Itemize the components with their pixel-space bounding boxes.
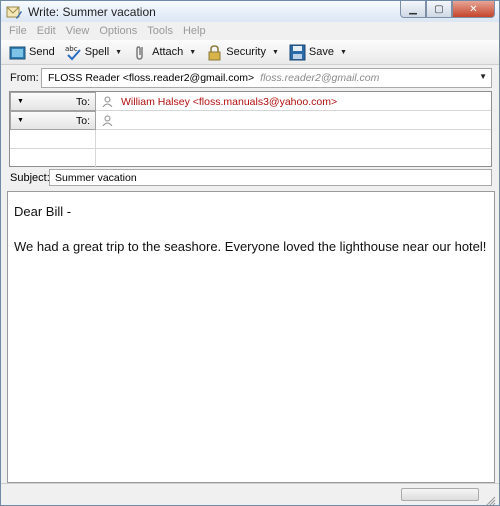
compose-toolbar: Send abc Spell ▼ Attach ▼ Security ▼ Sav… [1,40,499,65]
window-controls: ▁ ▢ ✕ [400,1,495,18]
recipient-row-empty[interactable] [10,130,491,149]
save-button[interactable]: Save ▼ [289,44,347,61]
from-account: FLOSS Reader <floss.reader2@gmail.com> [48,72,255,84]
compose-app-icon [6,4,22,20]
save-label: Save [308,46,334,58]
close-button[interactable]: ✕ [452,1,495,18]
chevron-down-icon: ▼ [17,98,24,105]
from-label: From: [10,72,39,84]
menu-view[interactable]: View [66,25,90,37]
subject-row: Subject: Summer vacation [1,168,499,187]
empty-cell [10,130,96,149]
person-icon [102,96,113,108]
person-icon [102,115,113,127]
title-bar: Write: Summer vacation ▁ ▢ ✕ [1,1,499,22]
from-row: From: FLOSS Reader <floss.reader2@gmail.… [1,67,499,89]
recipient-address-field[interactable] [96,111,491,130]
spell-dropdown-icon[interactable]: ▼ [115,49,122,56]
recipient-list: ▼ To: William Halsey <floss.manuals3@yah… [9,91,492,168]
window-title: Write: Summer vacation [28,4,156,19]
maximize-icon: ▢ [434,3,444,15]
attach-button[interactable]: Attach ▼ [132,44,196,61]
status-bar [1,483,499,506]
menu-help[interactable]: Help [183,25,206,37]
lock-icon [206,44,223,61]
chevron-down-icon[interactable]: ▼ [479,72,487,81]
menu-bar: File Edit View Options Tools Help [1,22,499,40]
floppy-disk-icon [289,44,306,61]
message-line: We had a great trip to the seashore. Eve… [14,239,487,254]
maximize-button[interactable]: ▢ [426,1,452,18]
security-dropdown-icon[interactable]: ▼ [272,49,279,56]
recipient-row: ▼ To: William Halsey <floss.manuals3@yah… [10,92,491,111]
menu-edit[interactable]: Edit [37,25,56,37]
recipient-address: William Halsey <floss.manuals3@yahoo.com… [121,95,338,108]
security-label: Security [226,46,266,58]
spell-check-icon: abc [65,44,82,61]
spell-button[interactable]: abc Spell ▼ [65,44,122,61]
svg-text:abc: abc [65,45,78,53]
minimize-button[interactable]: ▁ [400,1,426,18]
send-button[interactable]: Send [9,44,55,61]
recipient-type-select[interactable]: ▼ To: [10,111,96,130]
recipient-row-empty[interactable] [10,149,491,168]
from-account-select[interactable]: FLOSS Reader <floss.reader2@gmail.com> f… [41,68,492,88]
recipient-type-label: To: [75,115,90,127]
from-alias: floss.reader2@gmail.com [260,72,380,84]
subject-input[interactable]: Summer vacation [49,169,492,186]
recipient-address-field[interactable]: William Halsey <floss.manuals3@yahoo.com… [96,92,491,111]
progress-bar [401,488,479,501]
chevron-down-icon: ▼ [17,117,24,124]
close-icon: ✕ [469,3,478,15]
compose-window: Write: Summer vacation ▁ ▢ ✕ File Edit V… [0,0,500,506]
spell-label: Spell [84,46,110,58]
recipient-row: ▼ To: [10,111,491,130]
subject-label: Subject: [10,171,50,184]
recipient-type-label: To: [75,96,90,108]
send-label: Send [29,46,55,58]
paperclip-icon [132,44,149,61]
message-line: Dear Bill - [14,204,72,219]
recipient-type-select[interactable]: ▼ To: [10,92,96,111]
empty-cell [10,149,96,168]
menu-file[interactable]: File [9,25,27,37]
resize-grip-icon[interactable] [486,493,496,506]
send-icon [9,44,26,61]
minimize-icon: ▁ [409,3,417,15]
attach-dropdown-icon[interactable]: ▼ [189,49,196,56]
attach-label: Attach [152,46,184,58]
message-body[interactable]: Dear Bill - We had a great trip to the s… [7,191,495,483]
security-button[interactable]: Security ▼ [206,44,279,61]
save-dropdown-icon[interactable]: ▼ [340,49,347,56]
menu-options[interactable]: Options [99,25,137,37]
menu-tools[interactable]: Tools [147,25,173,37]
